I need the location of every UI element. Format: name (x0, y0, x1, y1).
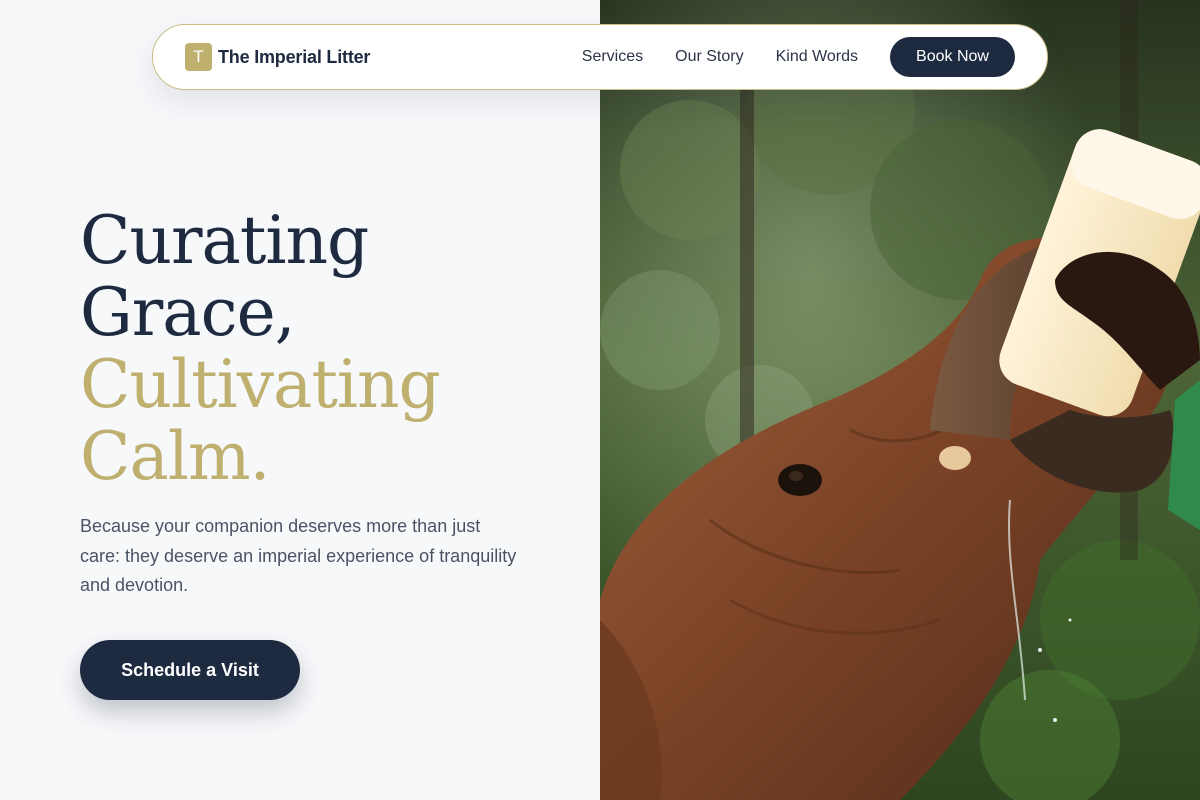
hero-headline: Curating Grace, Cultivating Calm. (80, 202, 441, 495)
nav-links: Services Our Story Kind Words Book Now (582, 37, 1015, 77)
headline-line-3: Cultivating (80, 346, 441, 423)
headline-line-1: Curating (80, 202, 369, 279)
hero-image (600, 0, 1200, 800)
headline-line-4: Calm. (80, 418, 271, 495)
nav-link-services[interactable]: Services (582, 48, 643, 66)
schedule-visit-button[interactable]: Schedule a Visit (80, 640, 300, 700)
brand-mark-icon: T (185, 43, 212, 71)
headline-line-2: Grace, (80, 274, 296, 351)
top-navbar: T The Imperial Litter Services Our Story… (152, 24, 1048, 90)
brand-logo[interactable]: T The Imperial Litter (185, 43, 370, 71)
nav-link-kind-words[interactable]: Kind Words (776, 48, 858, 66)
brand-name: The Imperial Litter (218, 46, 371, 67)
book-now-button[interactable]: Book Now (890, 37, 1015, 77)
hero-subtext: Because your companion deserves more tha… (80, 516, 517, 595)
nav-link-our-story[interactable]: Our Story (675, 48, 743, 66)
